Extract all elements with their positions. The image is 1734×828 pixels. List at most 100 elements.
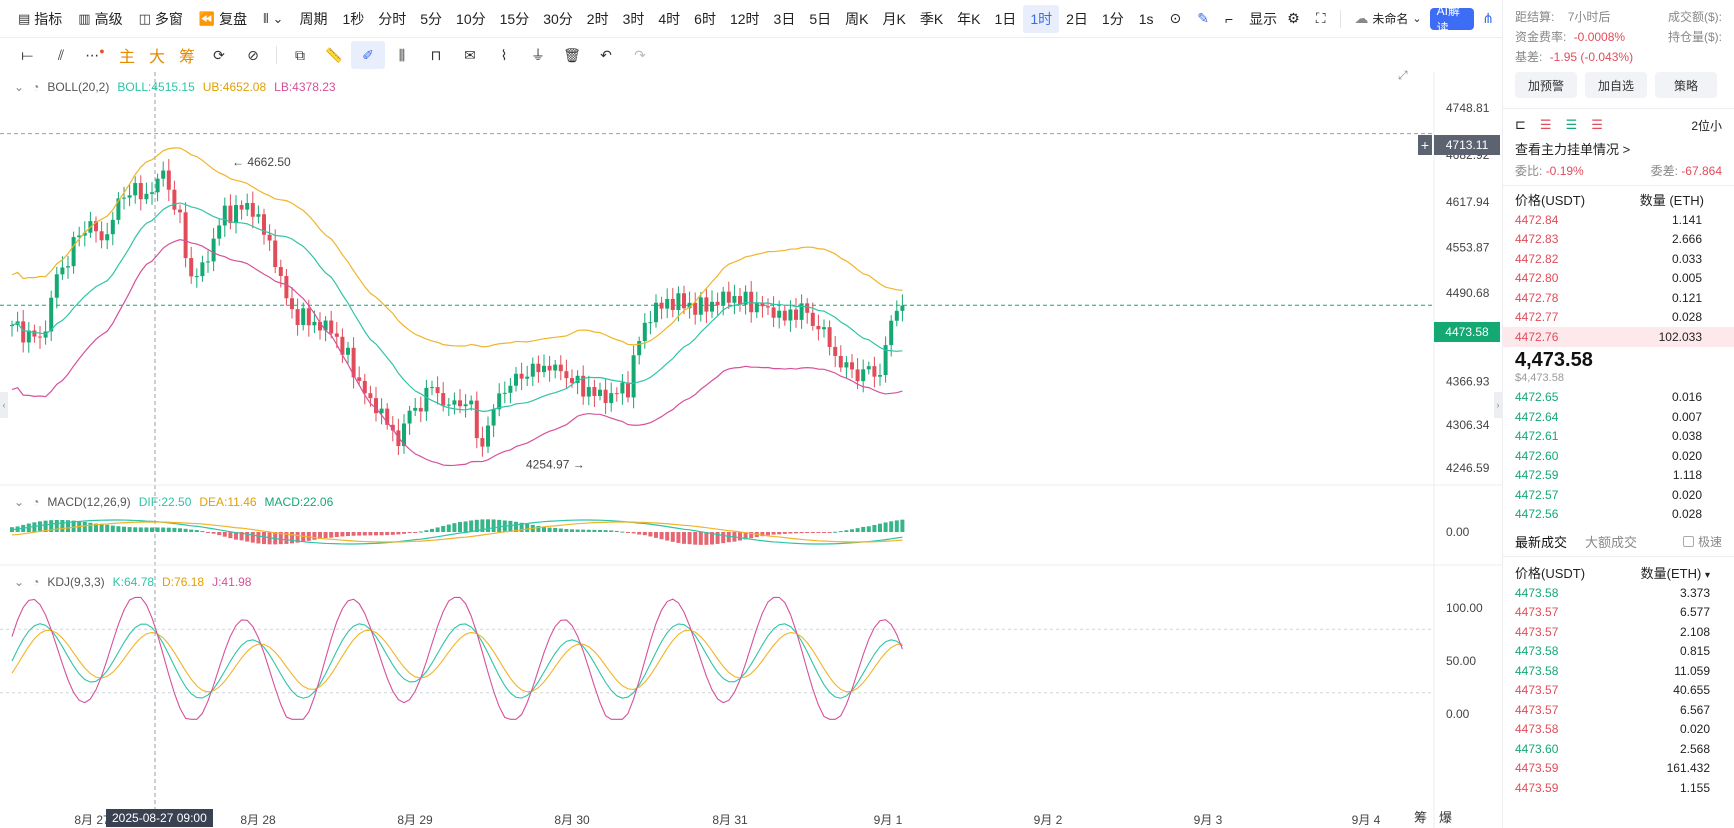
- note-icon[interactable]: ✉: [453, 41, 487, 69]
- liquidation-toggle[interactable]: 爆: [1439, 807, 1452, 826]
- interval-option[interactable]: 周K: [838, 5, 875, 33]
- interval-option[interactable]: 2日: [1059, 5, 1095, 33]
- interval-option[interactable]: 5日: [802, 5, 838, 33]
- trend-line-icon[interactable]: ⫽: [44, 41, 78, 69]
- main-force-tool[interactable]: 主: [112, 41, 142, 69]
- add-alert-button[interactable]: 加预警: [1515, 72, 1577, 98]
- asks-only-icon[interactable]: ☰: [1540, 117, 1552, 133]
- bid-row[interactable]: 4472.56 0.028: [1503, 505, 1734, 525]
- bid-row[interactable]: 4472.61 0.038: [1503, 427, 1734, 447]
- trash-icon[interactable]: 🗑: [555, 41, 589, 69]
- collapse-icon[interactable]: ⌄: [14, 80, 24, 94]
- chips-toggle[interactable]: 筹: [1414, 807, 1427, 826]
- more-tools-icon[interactable]: ⋯ ●: [78, 41, 112, 69]
- interval-option[interactable]: 4时: [651, 5, 687, 33]
- pen-icon[interactable]: ✐: [351, 41, 385, 69]
- undo-icon[interactable]: ↶: [589, 41, 623, 69]
- interval-option[interactable]: 15分: [493, 5, 537, 33]
- chart-type-button[interactable]: ⫴ ⌄: [255, 5, 291, 33]
- trade-row: 4473.59 1.155: [1503, 778, 1734, 798]
- sync-icon[interactable]: ⟳: [202, 41, 236, 69]
- interval-option[interactable]: 1秒: [335, 5, 371, 33]
- bids-only-icon[interactable]: ☰: [1566, 117, 1578, 133]
- interval-option[interactable]: 30分: [536, 5, 580, 33]
- replay-button[interactable]: ⏪ 复盘: [191, 5, 255, 33]
- interval-option[interactable]: 12时: [723, 5, 767, 33]
- strategy-button[interactable]: 策略: [1655, 72, 1717, 98]
- candle-body: [754, 302, 759, 313]
- depth-select[interactable]: 2位小: [1691, 117, 1722, 134]
- multi-window-button[interactable]: ◫ 多窗: [131, 5, 191, 33]
- ask-row[interactable]: 4472.80 0.005: [1503, 269, 1734, 289]
- interval-option[interactable]: 1日: [988, 5, 1024, 33]
- bid-row[interactable]: 4472.59 1.118: [1503, 466, 1734, 486]
- chart-area[interactable]: 4748.814682.924617.944553.874490.684428.…: [0, 68, 1502, 828]
- chevron-down-icon[interactable]: ▾: [1705, 570, 1710, 581]
- add-watchlist-button[interactable]: 加自选: [1585, 72, 1647, 98]
- bid-row[interactable]: 4472.60 0.020: [1503, 446, 1734, 466]
- alert-icon[interactable]: ◔: [32, 80, 39, 94]
- alert-icon[interactable]: ◔: [32, 495, 39, 509]
- bid-row[interactable]: 4472.57 0.020: [1503, 485, 1734, 505]
- interval-option[interactable]: 1时: [1023, 4, 1060, 33]
- speed-filter[interactable]: 极速: [1682, 533, 1722, 550]
- horizontal-line-icon[interactable]: ⟝: [10, 41, 44, 69]
- brush-icon[interactable]: ⌇: [487, 41, 521, 69]
- magnet-off-icon[interactable]: ⊘: [236, 41, 270, 69]
- workspace-button[interactable]: ☁ 未命名 ⌄: [1346, 5, 1429, 33]
- interval-option[interactable]: 年K: [950, 5, 987, 33]
- interval-option[interactable]: 6时: [687, 5, 723, 33]
- interval-option[interactable]: 1分: [1095, 5, 1131, 33]
- interval-option[interactable]: 10分: [449, 5, 493, 33]
- crop-icon[interactable]: ⌐: [1217, 5, 1241, 33]
- fullscreen-icon[interactable]: ⛶: [1308, 5, 1334, 33]
- redo-icon[interactable]: ↷: [623, 41, 657, 69]
- ask-row[interactable]: 4472.84 1.141: [1503, 210, 1734, 230]
- both-sides-icon[interactable]: ⊏: [1515, 117, 1526, 133]
- left-collapse-handle[interactable]: ‹: [0, 392, 8, 418]
- alert-icon[interactable]: ◔: [32, 575, 39, 589]
- large-order-tool[interactable]: 大: [142, 41, 172, 69]
- bid-row[interactable]: 4472.65 0.016: [1503, 388, 1734, 408]
- asks-bids-icon[interactable]: ☰: [1591, 117, 1603, 133]
- candle-body: [771, 307, 776, 318]
- display-button[interactable]: 显示 ⚙: [1241, 5, 1308, 33]
- interval-option[interactable]: 5分: [413, 5, 449, 33]
- chart-canvas[interactable]: 4748.814682.924617.944553.874490.684428.…: [0, 72, 1502, 828]
- ai-read-button[interactable]: AI解读: [1429, 4, 1475, 35]
- ask-row[interactable]: 4472.83 2.666: [1503, 230, 1734, 250]
- share-icon[interactable]: ⋔: [1474, 5, 1502, 33]
- collapse-icon[interactable]: ⌄: [14, 495, 24, 509]
- collapse-icon[interactable]: ⌄: [14, 575, 24, 589]
- tab-latest-trades[interactable]: 最新成交: [1515, 532, 1567, 551]
- macd-histogram-bar: [110, 525, 115, 532]
- add-alert-icon[interactable]: +: [1418, 135, 1432, 155]
- copy-icon[interactable]: ⧉: [283, 41, 317, 69]
- interval-option[interactable]: 3日: [767, 5, 803, 33]
- chips-tool[interactable]: 筹: [172, 41, 202, 69]
- lock-icon[interactable]: ⊓: [419, 41, 453, 69]
- advanced-button[interactable]: ▥ 高级: [70, 5, 130, 33]
- ask-row[interactable]: 4472.76 102.033: [1503, 327, 1734, 347]
- ask-row[interactable]: 4472.82 0.033: [1503, 249, 1734, 269]
- interval-option[interactable]: 月K: [875, 5, 912, 33]
- main-orders-link[interactable]: 查看主力挂单情况 >: [1503, 137, 1734, 159]
- right-collapse-handle[interactable]: ›: [1494, 392, 1502, 418]
- interval-option[interactable]: 2时: [580, 5, 616, 33]
- indicators-button[interactable]: ▤ 指标: [10, 5, 70, 33]
- ask-row[interactable]: 4472.78 0.121: [1503, 288, 1734, 308]
- ruler-icon[interactable]: 📏: [317, 41, 351, 69]
- expand-icon[interactable]: ⤢: [1398, 68, 1408, 83]
- interval-option[interactable]: 季K: [913, 5, 950, 33]
- filter-icon[interactable]: ⏚: [521, 41, 555, 69]
- tab-large-trades[interactable]: 大额成交: [1585, 532, 1637, 551]
- order-price: 4472.59: [1515, 468, 1559, 483]
- bid-row[interactable]: 4472.64 0.007: [1503, 407, 1734, 427]
- edit-icon[interactable]: ✎: [1189, 5, 1217, 33]
- interval-option[interactable]: 分时: [371, 5, 413, 33]
- ask-row[interactable]: 4472.77 0.028: [1503, 308, 1734, 328]
- sec-toggle[interactable]: 1s: [1131, 5, 1162, 33]
- bars-icon[interactable]: ⫼: [385, 41, 419, 69]
- camera-icon[interactable]: ⊙: [1162, 5, 1190, 33]
- interval-option[interactable]: 3时: [616, 5, 652, 33]
